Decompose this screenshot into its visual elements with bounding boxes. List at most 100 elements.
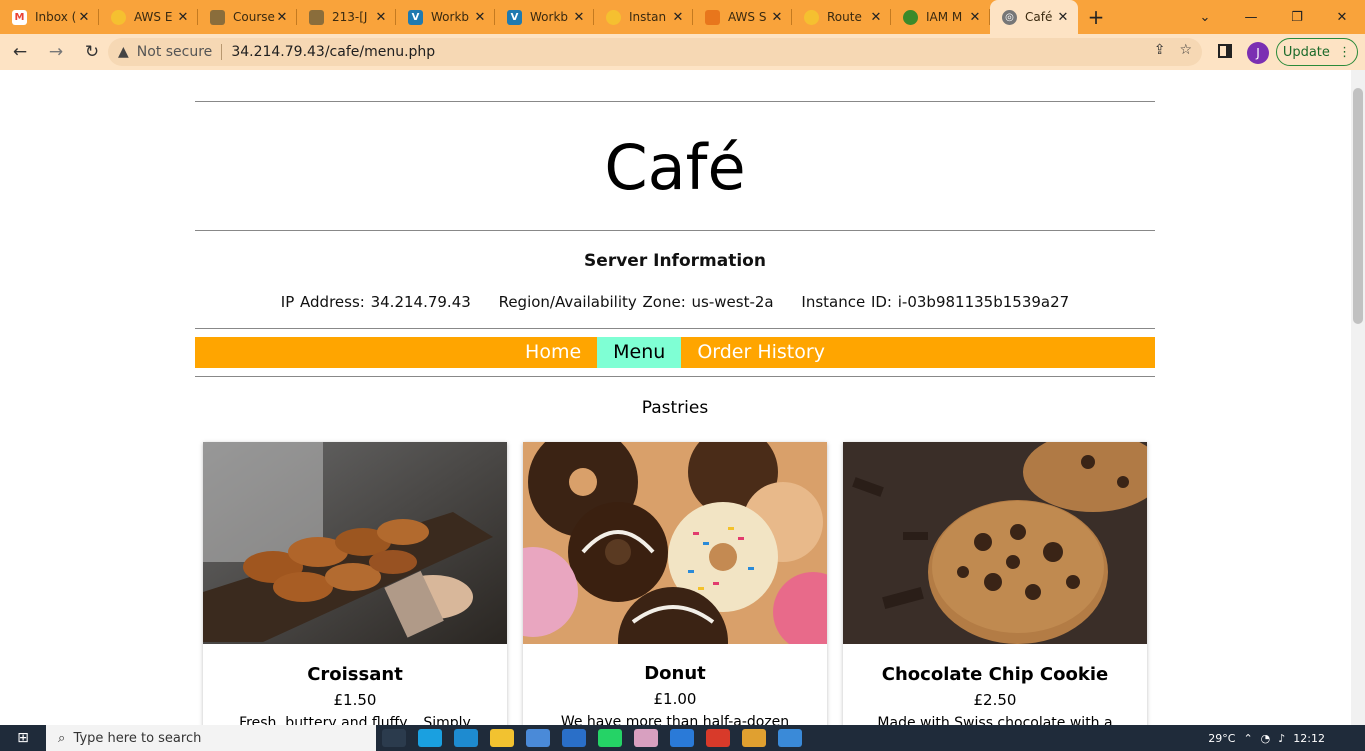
arrow-right-icon: →: [48, 42, 64, 62]
tab-title: IAM M: [926, 10, 963, 24]
skype-icon[interactable]: [418, 729, 442, 747]
close-window-button[interactable]: ✕: [1319, 0, 1365, 34]
tab-title: Inbox (: [35, 10, 77, 24]
nav-order-history[interactable]: Order History: [681, 337, 841, 368]
product-card[interactable]: Chocolate Chip Cookie £2.50 Made with Sw…: [843, 442, 1147, 725]
minimize-icon: —: [1244, 9, 1258, 25]
network-icon[interactable]: ◔: [1261, 732, 1271, 745]
course-icon: [210, 9, 225, 25]
page-scrollbar[interactable]: [1351, 70, 1365, 725]
address-bar[interactable]: ▲ Not secure 34.214.79.43/cafe/menu.php …: [108, 38, 1202, 66]
product-name: Chocolate Chip Cookie: [881, 664, 1109, 685]
server-info-heading: Server Information: [584, 251, 766, 271]
close-icon[interactable]: ✕: [869, 10, 883, 25]
browser-tab[interactable]: Course ✕: [198, 0, 297, 34]
avatar[interactable]: J: [1247, 42, 1269, 64]
update-button[interactable]: Update ⋮: [1276, 38, 1358, 66]
browser-tab[interactable]: V Workb ✕: [495, 0, 594, 34]
app-icon[interactable]: [706, 729, 730, 747]
aws-s3-icon: [705, 9, 720, 25]
whatsapp-icon[interactable]: [598, 729, 622, 747]
windows-start-button[interactable]: ⊞: [0, 725, 46, 751]
browser-tab[interactable]: V Workb ✕: [396, 0, 495, 34]
vocareum-icon: V: [408, 9, 423, 25]
store-icon[interactable]: [526, 729, 550, 747]
product-name: Croissant: [307, 664, 403, 685]
edge-icon[interactable]: [454, 729, 478, 747]
new-tab-button[interactable]: +: [1078, 0, 1114, 34]
product-card[interactable]: Donut £1.00 We have more than half-a-doz…: [523, 442, 827, 725]
route53-icon: [804, 9, 819, 25]
nav-menu[interactable]: Menu: [597, 337, 682, 368]
volume-icon[interactable]: ♪: [1278, 732, 1285, 745]
product-description: We have more than half-a-dozen: [560, 714, 790, 725]
ip-address: IP Address: 34.214.79.43: [280, 293, 471, 311]
browser-tab[interactable]: Route ✕: [792, 0, 891, 34]
tab-search-button[interactable]: ⌄: [1182, 0, 1228, 34]
side-panel-icon[interactable]: [1218, 44, 1232, 58]
omnibox-actions: ⇪ ☆: [1154, 42, 1192, 58]
close-icon[interactable]: ✕: [572, 10, 586, 25]
close-icon[interactable]: ✕: [176, 10, 190, 25]
browser-tab[interactable]: AWS E ✕: [99, 0, 198, 34]
region-zone: Region/Availability Zone: us-west-2a: [498, 293, 774, 311]
photos-icon[interactable]: [778, 729, 802, 747]
weather-temp[interactable]: 29°C: [1208, 732, 1235, 745]
back-button[interactable]: ←: [4, 36, 36, 68]
tab-title: Café M: [1025, 10, 1056, 24]
close-icon[interactable]: ✕: [770, 10, 784, 25]
windows-icon: ⊞: [17, 730, 29, 746]
chrome-icon[interactable]: [742, 729, 766, 747]
product-grid: Croissant £1.50 Fresh, buttery and fluff…: [203, 442, 1147, 725]
task-view-icon[interactable]: [382, 729, 406, 747]
vscode-icon[interactable]: [670, 729, 694, 747]
nav-home[interactable]: Home: [509, 337, 597, 368]
product-price: £1.00: [653, 690, 697, 708]
browser-tab[interactable]: M Inbox (✕: [0, 0, 99, 34]
croissant-image: [203, 442, 507, 644]
server-info: IP Address: 34.214.79.43 Region/Availabi…: [195, 293, 1155, 311]
scrollbar-thumb[interactable]: [1353, 88, 1363, 324]
close-icon[interactable]: ✕: [671, 10, 685, 25]
browser-tab[interactable]: IAM M ✕: [891, 0, 990, 34]
close-icon[interactable]: ✕: [473, 10, 487, 25]
divider: [195, 328, 1155, 329]
reload-button[interactable]: ↻: [76, 36, 108, 68]
star-icon[interactable]: ☆: [1179, 42, 1192, 58]
url-text[interactable]: 34.214.79.43/cafe/menu.php: [231, 44, 435, 60]
close-icon[interactable]: ✕: [275, 10, 289, 25]
product-description: Made with Swiss chocolate with a: [877, 715, 1113, 725]
product-card[interactable]: Croissant £1.50 Fresh, buttery and fluff…: [203, 442, 507, 725]
mail-icon[interactable]: [562, 729, 586, 747]
divider: [195, 376, 1155, 377]
close-icon: ✕: [1336, 9, 1348, 25]
iam-icon: [903, 9, 918, 25]
file-explorer-icon[interactable]: [490, 729, 514, 747]
plus-icon: +: [1087, 5, 1105, 29]
browser-tab-active[interactable]: ◎ Café M✕: [990, 0, 1078, 34]
chevron-up-icon[interactable]: ⌃: [1243, 732, 1252, 745]
app-icon[interactable]: [634, 729, 658, 747]
clock[interactable]: 12:12: [1293, 732, 1325, 745]
tab-title: Instan: [629, 10, 667, 24]
tab-title: Workb: [431, 10, 470, 24]
browser-tab[interactable]: AWS S ✕: [693, 0, 792, 34]
more-vert-icon: ⋮: [1338, 44, 1352, 60]
close-icon[interactable]: ✕: [374, 10, 388, 25]
search-icon: ⌕: [58, 730, 66, 746]
close-icon[interactable]: ✕: [77, 10, 91, 25]
aws-icon: [111, 9, 126, 25]
tab-title: Workb: [530, 10, 569, 24]
ec2-icon: [606, 9, 621, 25]
divider: [195, 230, 1155, 231]
browser-tab[interactable]: Instan ✕: [594, 0, 693, 34]
forward-button[interactable]: →: [40, 36, 72, 68]
close-icon[interactable]: ✕: [1056, 10, 1070, 25]
taskbar-search[interactable]: ⌕ Type here to search: [46, 725, 376, 751]
product-name: Donut: [644, 663, 706, 684]
restore-button[interactable]: ❐: [1274, 0, 1320, 34]
close-icon[interactable]: ✕: [968, 10, 982, 25]
browser-tab[interactable]: 213-[J ✕: [297, 0, 396, 34]
minimize-button[interactable]: —: [1228, 0, 1274, 34]
share-icon[interactable]: ⇪: [1154, 42, 1166, 58]
